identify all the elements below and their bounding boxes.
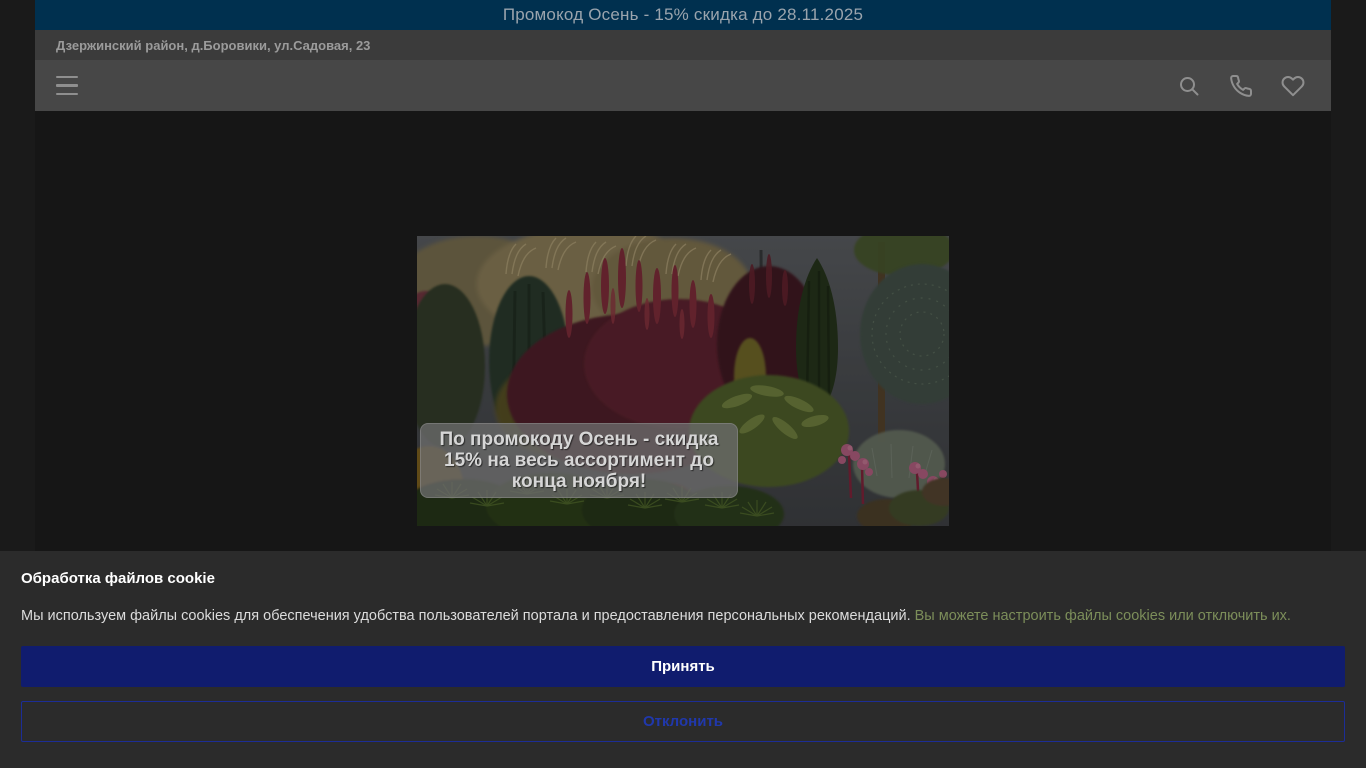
main-header — [35, 60, 1331, 111]
hero-banner[interactable]: По промокоду Осень - скидка 15% на весь … — [417, 236, 949, 526]
hamburger-icon — [56, 92, 78, 96]
hamburger-menu-button[interactable] — [56, 72, 78, 100]
address-text: Дзержинский район, д.Боровики, ул.Садова… — [56, 37, 371, 53]
cookie-banner-message: Мы используем файлы cookies для обеспече… — [21, 608, 1291, 624]
cookie-settings-link[interactable]: Вы можете настроить файлы cookies или от… — [915, 608, 1291, 624]
promo-bar: Промокод Осень - 15% скидка до 28.11.202… — [35, 0, 1331, 30]
address-bar: Дзержинский район, д.Боровики, ул.Садова… — [35, 30, 1331, 60]
phone-button[interactable] — [1224, 69, 1258, 103]
cookie-decline-button[interactable]: Отклонить — [21, 701, 1345, 742]
cookie-consent-banner: Обработка файлов cookie Мы используем фа… — [0, 551, 1366, 768]
cookie-banner-title: Обработка файлов cookie — [21, 570, 215, 587]
favorites-button[interactable] — [1276, 69, 1310, 103]
search-icon — [1180, 76, 1199, 95]
hero-promo-text: По промокоду Осень - скидка 15% на весь … — [439, 429, 719, 492]
phone-icon — [1230, 74, 1253, 97]
hamburger-icon — [56, 84, 78, 87]
promo-bar-text: Промокод Осень - 15% скидка до 28.11.202… — [502, 5, 864, 24]
heart-icon — [1281, 75, 1305, 96]
cookie-accept-button[interactable]: Принять — [21, 646, 1345, 687]
hero-promo-overlay: По промокоду Осень - скидка 15% на весь … — [420, 423, 738, 498]
search-button[interactable] — [1172, 69, 1206, 103]
hamburger-icon — [56, 75, 78, 79]
